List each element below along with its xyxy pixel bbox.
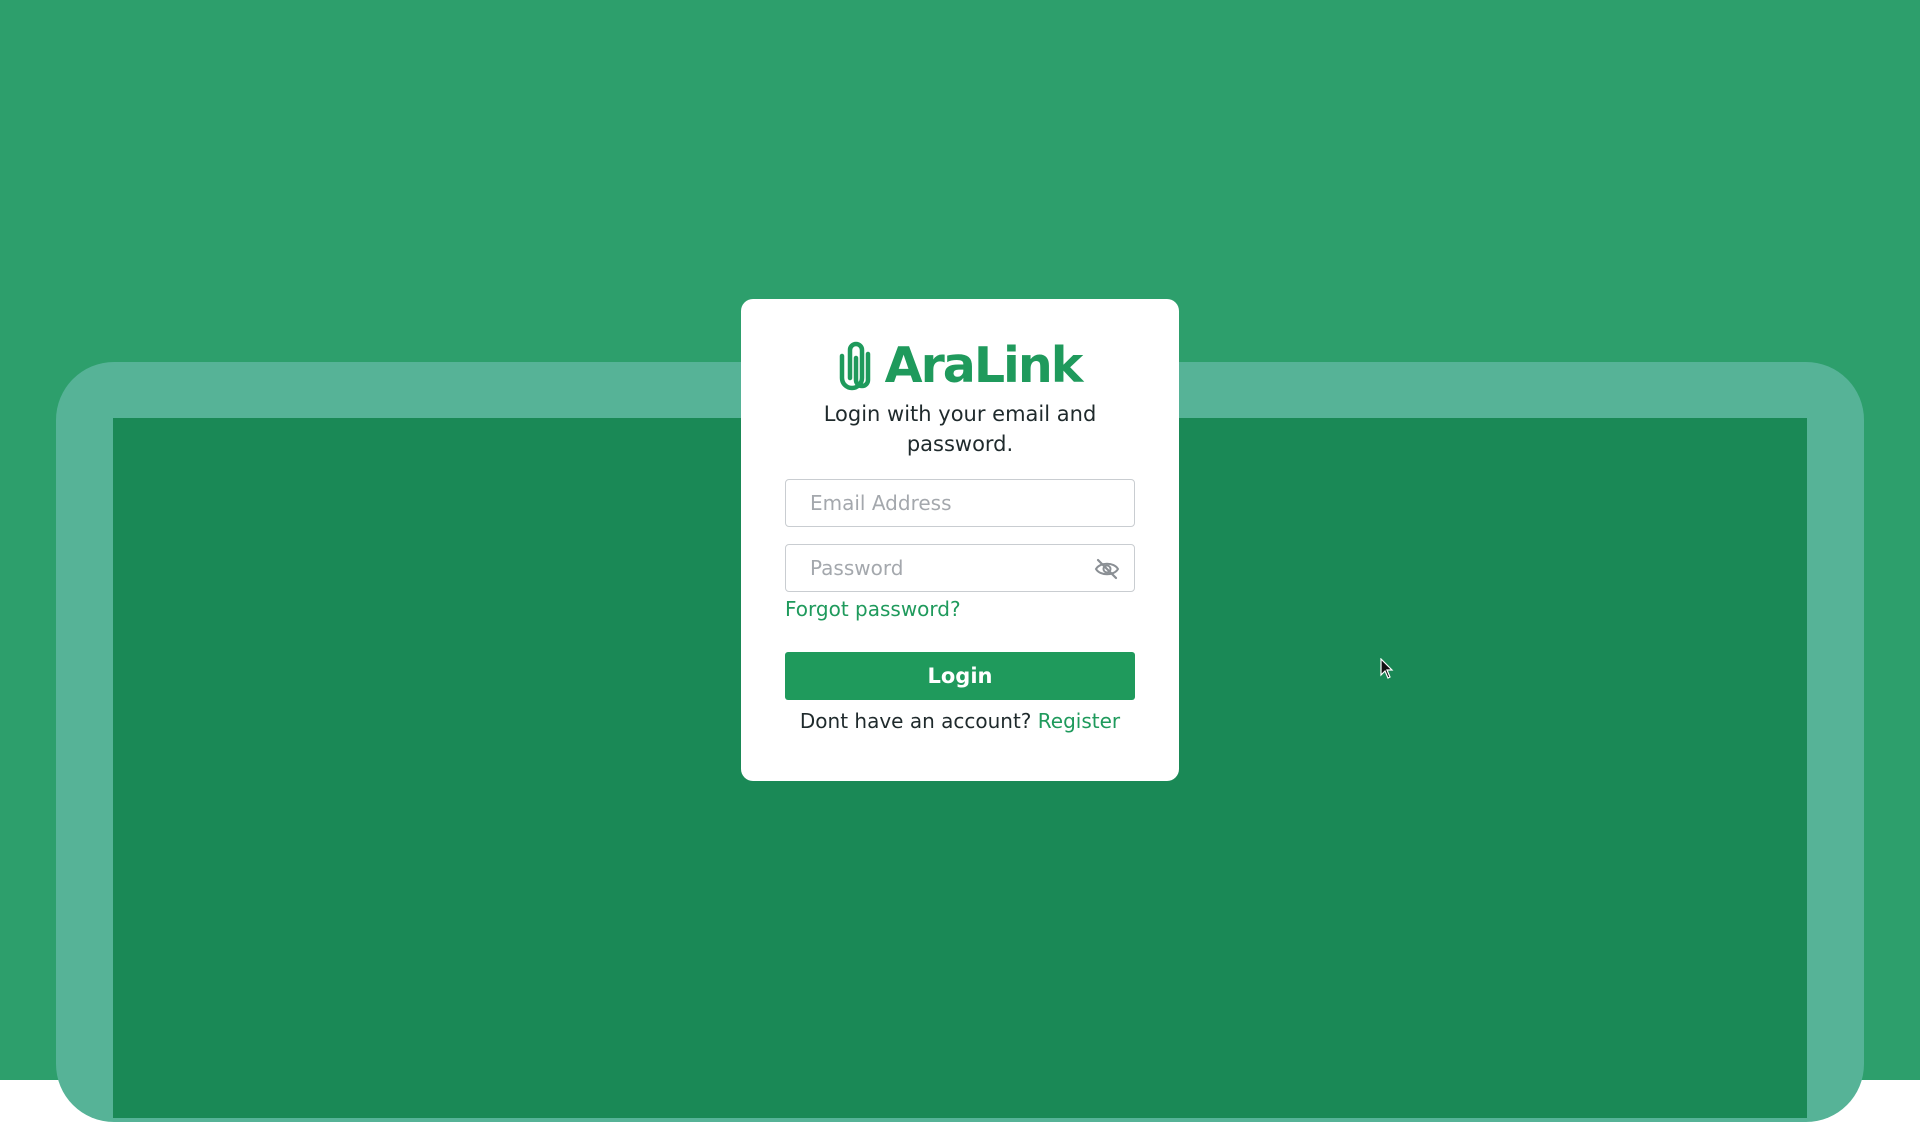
password-input[interactable]	[786, 545, 1134, 591]
register-link[interactable]: Register	[1038, 709, 1120, 733]
brand-name: AraLink	[884, 336, 1084, 394]
login-button[interactable]: Login	[785, 652, 1135, 700]
login-subtitle: Login with your email and password.	[823, 402, 1097, 456]
mouse-cursor-icon	[1380, 658, 1394, 679]
register-prompt: Dont have an account? Register	[741, 709, 1179, 733]
email-input[interactable]	[786, 480, 1134, 526]
eye-off-icon[interactable]	[1094, 557, 1120, 581]
paperclip-icon	[839, 341, 870, 391]
register-prompt-text: Dont have an account?	[799, 709, 1032, 733]
forgot-password-link[interactable]: Forgot password?	[785, 597, 961, 621]
brand-logo: AraLink	[741, 337, 1179, 393]
password-field[interactable]	[785, 544, 1135, 592]
email-field[interactable]	[785, 479, 1135, 527]
